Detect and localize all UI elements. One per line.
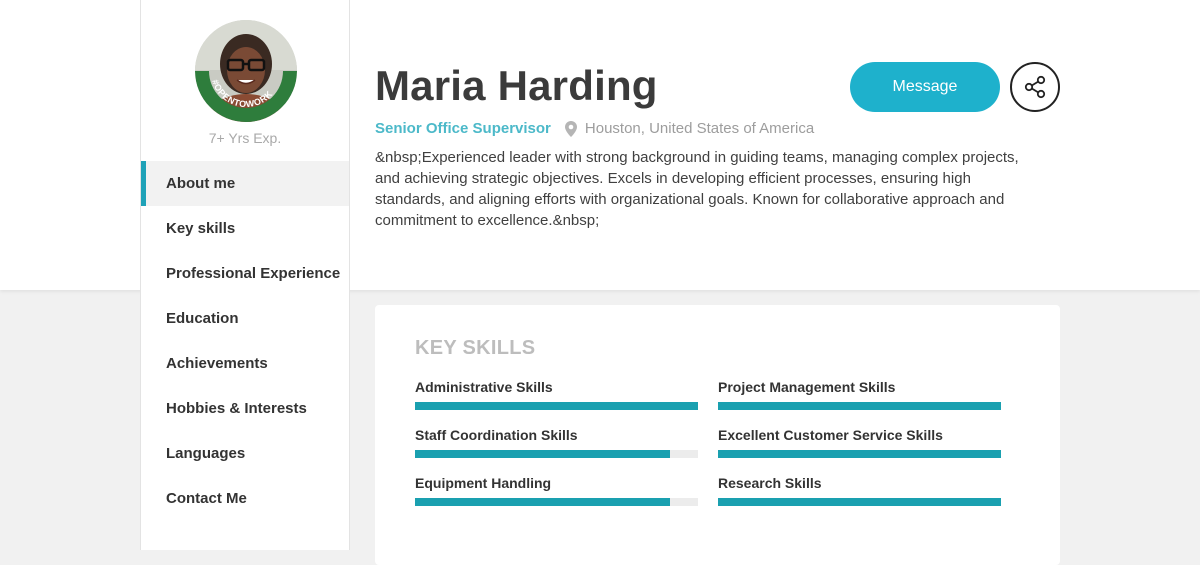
skill-item: Research Skills: [718, 475, 1001, 506]
skill-item: Project Management Skills: [718, 379, 1001, 410]
sidebar-item-hobbies-interests[interactable]: Hobbies & Interests: [141, 386, 349, 431]
sidebar-item-professional-experience[interactable]: Professional Experience: [141, 251, 349, 296]
title-location-row: Senior Office Supervisor Houston, United…: [375, 120, 814, 137]
skill-item: Administrative Skills: [415, 379, 698, 410]
skill-bar-fill: [415, 402, 698, 410]
skill-bar: [415, 402, 698, 410]
sidebar-item-languages[interactable]: Languages: [141, 431, 349, 476]
skill-bar-fill: [415, 450, 670, 458]
skill-bar-fill: [718, 498, 1001, 506]
profile-name: Maria Harding: [375, 62, 658, 109]
skill-bar: [718, 498, 1001, 506]
sidebar: #OPENTOWORK 7+ Yrs Exp. About me Key ski…: [140, 0, 350, 550]
profile-summary: &nbsp;Experienced leader with strong bac…: [375, 149, 1019, 229]
skill-label: Equipment Handling: [415, 475, 552, 491]
skill-bar: [718, 402, 1001, 410]
share-button[interactable]: [1010, 62, 1060, 112]
skill-label: Research Skills: [718, 475, 822, 491]
skill-item: Equipment Handling: [415, 475, 698, 506]
location-pin-icon: [564, 120, 577, 137]
skill-item: Staff Coordination Skills: [415, 427, 698, 458]
sidebar-item-contact-me[interactable]: Contact Me: [141, 476, 349, 521]
sidebar-item-achievements[interactable]: Achievements: [141, 341, 349, 386]
key-skills-card: KEY SKILLS Administrative Skills Project…: [375, 305, 1060, 565]
avatar: #OPENTOWORK: [195, 20, 297, 122]
skill-item: Excellent Customer Service Skills: [718, 427, 1001, 458]
message-button[interactable]: Message: [850, 62, 1000, 112]
sidebar-nav: About me Key skills Professional Experie…: [141, 161, 349, 521]
skill-bar-fill: [415, 498, 670, 506]
skill-label: Staff Coordination Skills: [415, 427, 578, 443]
avatar-image: #OPENTOWORK: [195, 20, 297, 122]
location: Houston, United States of America: [584, 120, 815, 137]
skill-label: Project Management Skills: [718, 379, 896, 395]
share-icon: [1024, 75, 1046, 99]
key-skills-heading: KEY SKILLS: [415, 337, 536, 359]
skill-label: Administrative Skills: [415, 379, 553, 395]
sidebar-item-about-me[interactable]: About me: [141, 161, 349, 206]
skill-bar: [415, 498, 698, 506]
skill-bar: [415, 450, 698, 458]
job-title: Senior Office Supervisor: [375, 120, 551, 137]
sidebar-item-key-skills[interactable]: Key skills: [141, 206, 349, 251]
experience-label: 7+ Yrs Exp.: [208, 130, 282, 146]
sidebar-item-education[interactable]: Education: [141, 296, 349, 341]
skill-bar: [718, 450, 1001, 458]
skill-label: Excellent Customer Service Skills: [718, 427, 943, 443]
skill-bar-fill: [718, 402, 1001, 410]
skill-bar-fill: [718, 450, 1001, 458]
